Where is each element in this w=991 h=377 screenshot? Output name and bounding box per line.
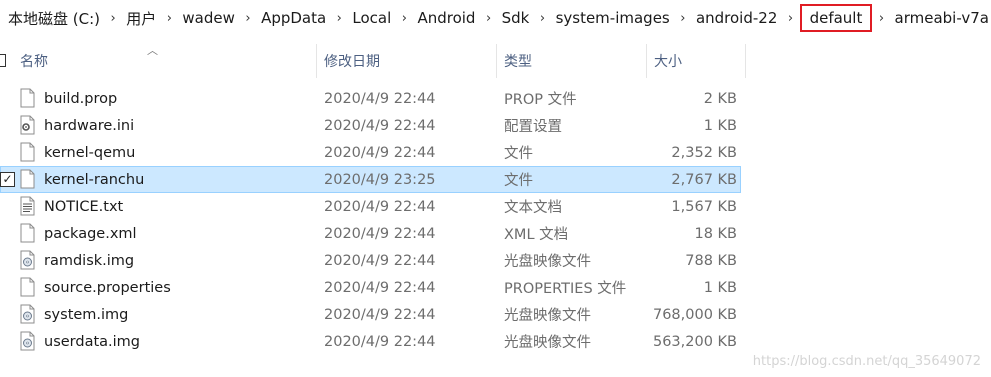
file-date-modified: 2020/4/9 22:44 xyxy=(324,306,436,323)
file-name[interactable]: build.prop xyxy=(44,85,117,112)
select-all-checkbox[interactable] xyxy=(0,54,6,67)
file-row[interactable]: build.prop 2020/4/9 22:44 PROP 文件 2 KB xyxy=(0,85,991,112)
file-icon xyxy=(20,277,35,297)
file-date-modified: 2020/4/9 22:44 xyxy=(324,252,436,269)
file-type: 光盘映像文件 xyxy=(504,308,591,324)
breadcrumb-item-android-22[interactable]: android-22 xyxy=(694,9,779,27)
file-size: 18 KB xyxy=(694,225,737,242)
file-name[interactable]: hardware.ini xyxy=(44,112,134,139)
breadcrumb-item-default[interactable]: default xyxy=(799,4,873,32)
file-size: 2,352 KB xyxy=(671,144,737,161)
file-size: 1,567 KB xyxy=(671,198,737,215)
column-header-size-label: 大小 xyxy=(654,54,682,70)
column-header-row: ︿ 名称 修改日期 类型 大小 xyxy=(0,44,991,78)
file-name[interactable]: NOTICE.txt xyxy=(44,193,123,220)
text-file-icon xyxy=(20,196,35,216)
disc-image-icon xyxy=(20,331,35,351)
column-header-size[interactable]: 大小 xyxy=(654,44,744,78)
file-type: 文件 xyxy=(504,146,533,162)
file-size: 768,000 KB xyxy=(652,306,737,323)
file-name[interactable]: ramdisk.img xyxy=(44,247,134,274)
chevron-right-icon[interactable]: › xyxy=(393,11,415,26)
chevron-right-icon[interactable]: › xyxy=(102,11,124,26)
breadcrumb-item-local[interactable]: Local xyxy=(350,9,393,27)
file-list: build.prop 2020/4/9 22:44 PROP 文件 2 KB hardw… xyxy=(0,85,991,355)
chevron-right-icon[interactable]: › xyxy=(237,11,259,26)
file-date-modified: 2020/4/9 22:44 xyxy=(324,333,436,350)
file-row[interactable]: ramdisk.img 2020/4/9 22:44 光盘映像文件 788 KB xyxy=(0,247,991,274)
column-divider[interactable] xyxy=(496,44,497,78)
file-row[interactable]: system.img 2020/4/9 22:44 光盘映像文件 768,000 KB xyxy=(0,301,991,328)
file-name[interactable]: userdata.img xyxy=(44,328,140,355)
file-type: PROPERTIES 文件 xyxy=(504,281,627,297)
file-size: 2 KB xyxy=(703,90,737,107)
disc-image-icon xyxy=(20,250,35,270)
file-row[interactable]: package.xml 2020/4/9 22:44 XML 文档 18 KB xyxy=(0,220,991,247)
file-date-modified: 2020/4/9 22:44 xyxy=(324,198,436,215)
file-row[interactable]: userdata.img 2020/4/9 22:44 光盘映像文件 563,200 … xyxy=(0,328,991,355)
file-date-modified: 2020/4/9 22:44 xyxy=(324,144,436,161)
chevron-right-icon[interactable]: › xyxy=(328,11,350,26)
file-icon xyxy=(20,169,35,189)
file-icon xyxy=(20,88,35,108)
file-type: 文件 xyxy=(504,173,533,189)
file-size: 563,200 KB xyxy=(652,333,737,350)
file-type: 配置设置 xyxy=(504,119,562,135)
file-name[interactable]: package.xml xyxy=(44,220,137,247)
file-row[interactable]: kernel-qemu 2020/4/9 22:44 文件 2,352 KB xyxy=(0,139,991,166)
file-type: 文本文档 xyxy=(504,200,562,216)
breadcrumb-item-appdata[interactable]: AppData xyxy=(259,9,328,27)
file-row-selected[interactable]: ✓ kernel-ranchu 2020/4/9 23:25 文件 2,767 KB xyxy=(0,166,991,193)
column-header-name[interactable]: 名称 xyxy=(20,44,316,78)
chevron-right-icon[interactable]: › xyxy=(779,11,801,26)
column-header-date[interactable]: 修改日期 xyxy=(324,44,496,78)
chevron-right-icon[interactable]: › xyxy=(531,11,553,26)
settings-file-icon xyxy=(20,115,35,135)
disc-image-icon xyxy=(20,304,35,324)
chevron-right-icon[interactable]: › xyxy=(477,11,499,26)
breadcrumb-item-android[interactable]: Android xyxy=(415,9,477,27)
file-name[interactable]: system.img xyxy=(44,301,128,328)
file-type: PROP 文件 xyxy=(504,92,577,108)
column-header-type-label: 类型 xyxy=(504,54,532,70)
file-icon xyxy=(20,142,35,162)
chevron-right-icon[interactable]: › xyxy=(870,11,892,26)
breadcrumb-item-wadew[interactable]: wadew xyxy=(180,9,236,27)
file-size: 2,767 KB xyxy=(671,171,737,188)
breadcrumb-item-armeabi-v7a[interactable]: armeabi-v7a xyxy=(893,9,991,27)
file-name[interactable]: source.properties xyxy=(44,274,171,301)
file-size: 1 KB xyxy=(703,117,737,134)
file-date-modified: 2020/4/9 22:44 xyxy=(324,225,436,242)
column-header-date-label: 修改日期 xyxy=(324,54,380,70)
file-row[interactable]: hardware.ini 2020/4/9 22:44 配置设置 1 KB xyxy=(0,112,991,139)
column-divider[interactable] xyxy=(316,44,317,78)
file-type: XML 文档 xyxy=(504,227,569,243)
breadcrumb-item-system-images[interactable]: system-images xyxy=(554,9,672,27)
column-header-name-label: 名称 xyxy=(20,54,48,70)
file-type: 光盘映像文件 xyxy=(504,254,591,270)
breadcrumb-item-drive[interactable]: 本地磁盘 (C:) xyxy=(6,8,102,29)
watermark: https://blog.csdn.net/qq_35649072 xyxy=(752,354,981,369)
column-divider[interactable] xyxy=(646,44,647,78)
chevron-right-icon[interactable]: › xyxy=(158,11,180,26)
column-divider[interactable] xyxy=(745,44,746,78)
file-date-modified: 2020/4/9 22:44 xyxy=(324,279,436,296)
file-date-modified: 2020/4/9 22:44 xyxy=(324,117,436,134)
chevron-right-icon[interactable]: › xyxy=(672,11,694,26)
file-date-modified: 2020/4/9 22:44 xyxy=(324,90,436,107)
breadcrumb-item-users[interactable]: 用户 xyxy=(124,8,158,29)
file-size: 1 KB xyxy=(703,279,737,296)
file-row[interactable]: NOTICE.txt 2020/4/9 22:44 文本文档 1,567 KB xyxy=(0,193,991,220)
column-header-type[interactable]: 类型 xyxy=(504,44,646,78)
breadcrumb-item-sdk[interactable]: Sdk xyxy=(500,9,532,27)
breadcrumb: 本地磁盘 (C:) › 用户 › wadew › AppData › Local… xyxy=(0,0,991,36)
file-date-modified: 2020/4/9 23:25 xyxy=(324,171,436,188)
file-name[interactable]: kernel-ranchu xyxy=(44,166,144,193)
row-checkbox[interactable]: ✓ xyxy=(0,172,15,187)
file-size: 788 KB xyxy=(685,252,737,269)
file-type: 光盘映像文件 xyxy=(504,335,591,351)
file-icon xyxy=(20,223,35,243)
file-name[interactable]: kernel-qemu xyxy=(44,139,135,166)
file-row[interactable]: source.properties 2020/4/9 22:44 PROPERTIE… xyxy=(0,274,991,301)
